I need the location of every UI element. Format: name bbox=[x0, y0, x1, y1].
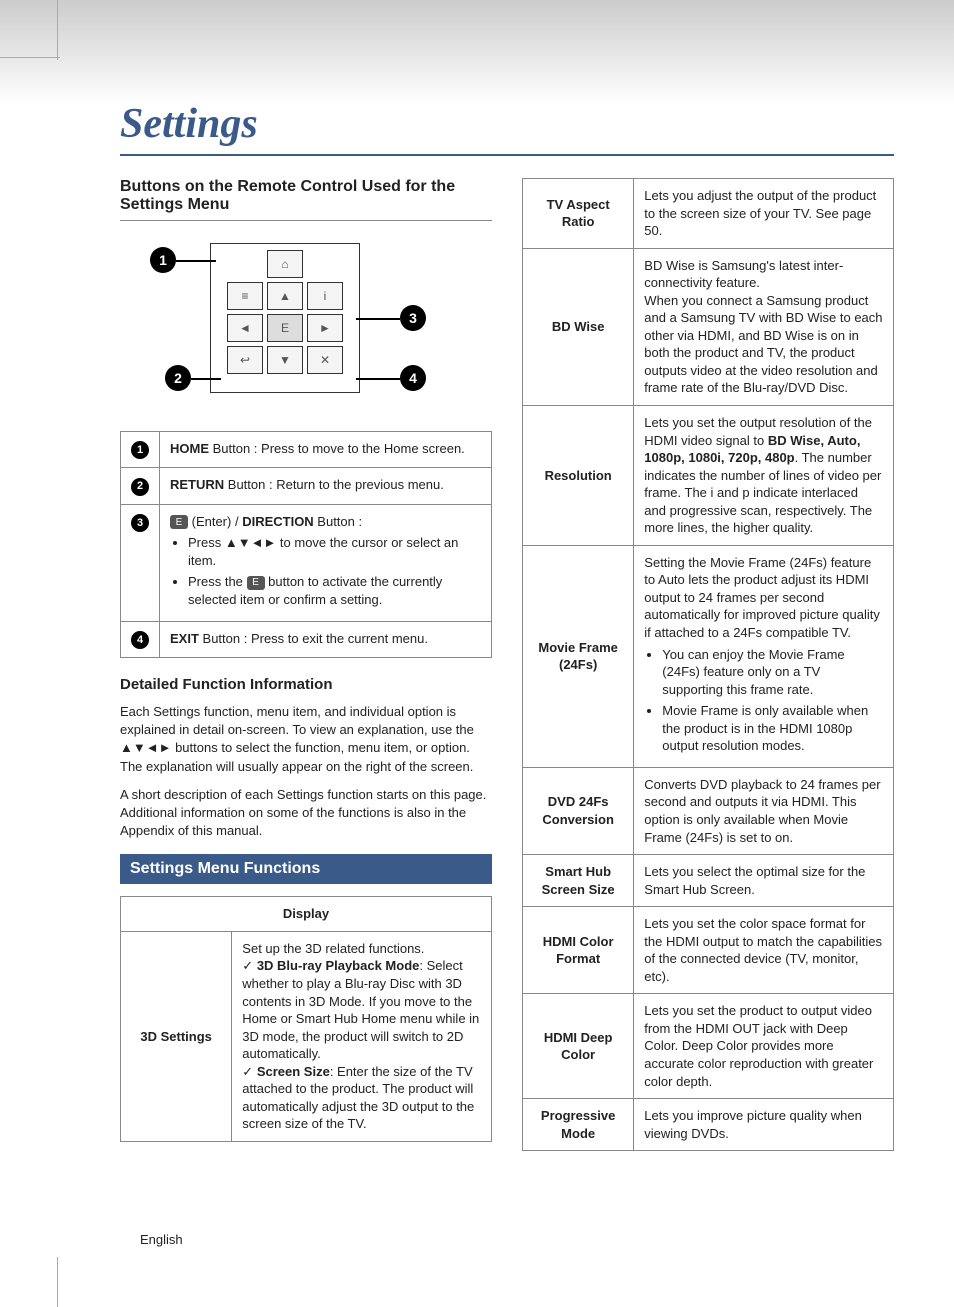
button-num: 1 bbox=[121, 432, 160, 468]
detail-p2: A short description of each Settings fun… bbox=[120, 786, 492, 841]
right-row-label: Resolution bbox=[523, 406, 634, 546]
button-desc: EXIT Button : Press to exit the current … bbox=[160, 621, 492, 657]
right-row-label: BD Wise bbox=[523, 248, 634, 405]
buttons-table: 1 HOME Button : Press to move to the Hom… bbox=[120, 431, 492, 658]
right-row-desc: Lets you adjust the output of the produc… bbox=[634, 179, 894, 249]
up-arrow-icon: ▲ bbox=[267, 282, 303, 310]
callout-1: 1 bbox=[150, 247, 176, 273]
exit-icon: ✕ bbox=[307, 346, 343, 374]
page-title: Settings bbox=[120, 100, 894, 156]
right-row-desc: Lets you set the output resolution of th… bbox=[634, 406, 894, 546]
right-row-label: DVD 24Fs Conversion bbox=[523, 767, 634, 854]
footer-language: English bbox=[140, 1232, 183, 1247]
down-arrow-icon: ▼ bbox=[267, 346, 303, 374]
return-icon: ↩ bbox=[227, 346, 263, 374]
callout-2: 2 bbox=[165, 365, 191, 391]
right-row-label: Movie Frame (24Fs) bbox=[523, 545, 634, 767]
enter-icon: E bbox=[267, 314, 303, 342]
button-desc: RETURN Button : Return to the previous m… bbox=[160, 468, 492, 504]
callout-3: 3 bbox=[400, 305, 426, 331]
button-num: 2 bbox=[121, 468, 160, 504]
right-row-label: HDMI Deep Color bbox=[523, 994, 634, 1099]
button-num: 4 bbox=[121, 621, 160, 657]
button-desc: HOME Button : Press to move to the Home … bbox=[160, 432, 492, 468]
button-num: 3 bbox=[121, 504, 160, 621]
display-header: Display bbox=[121, 897, 492, 932]
right-row-desc: Lets you set the product to output video… bbox=[634, 994, 894, 1099]
right-row-desc: Setting the Movie Frame (24Fs) feature t… bbox=[634, 545, 894, 767]
display-row-desc: Set up the 3D related functions.3D Blu-r… bbox=[232, 931, 492, 1141]
right-row-desc: Lets you improve picture quality when vi… bbox=[634, 1099, 894, 1151]
right-row-desc: Lets you select the optimal size for the… bbox=[634, 855, 894, 907]
right-row-label: HDMI Color Format bbox=[523, 907, 634, 994]
info-icon: i bbox=[307, 282, 343, 310]
display-table: Display 3D Settings Set up the 3D relate… bbox=[120, 896, 492, 1142]
right-row-label: Smart Hub Screen Size bbox=[523, 855, 634, 907]
right-table: TV Aspect Ratio Lets you adjust the outp… bbox=[522, 178, 894, 1151]
callout-4: 4 bbox=[400, 365, 426, 391]
right-row-desc: BD Wise is Samsung's latest inter-connec… bbox=[634, 248, 894, 405]
detail-heading: Detailed Function Information bbox=[120, 676, 492, 693]
right-row-label: Progressive Mode bbox=[523, 1099, 634, 1151]
remote-diagram: ⌂ ≡ ▲ i ◄ E ► ↩ ▼ ✕ 1 bbox=[120, 235, 492, 415]
display-row-label: 3D Settings bbox=[121, 931, 232, 1141]
tools-icon: ≡ bbox=[227, 282, 263, 310]
left-column: Buttons on the Remote Control Used for t… bbox=[120, 178, 492, 1169]
button-desc: E (Enter) / DIRECTION Button :Press ▲▼◄►… bbox=[160, 504, 492, 621]
settings-menu-heading: Settings Menu Functions bbox=[120, 854, 492, 884]
left-arrow-icon: ◄ bbox=[227, 314, 263, 342]
detail-p1: Each Settings function, menu item, and i… bbox=[120, 703, 492, 776]
right-column: TV Aspect Ratio Lets you adjust the outp… bbox=[522, 178, 894, 1169]
home-icon: ⌂ bbox=[267, 250, 303, 278]
remote-heading: Buttons on the Remote Control Used for t… bbox=[120, 178, 492, 221]
right-row-desc: Lets you set the color space format for … bbox=[634, 907, 894, 994]
right-row-label: TV Aspect Ratio bbox=[523, 179, 634, 249]
right-arrow-icon: ► bbox=[307, 314, 343, 342]
right-row-desc: Converts DVD playback to 24 frames per s… bbox=[634, 767, 894, 854]
